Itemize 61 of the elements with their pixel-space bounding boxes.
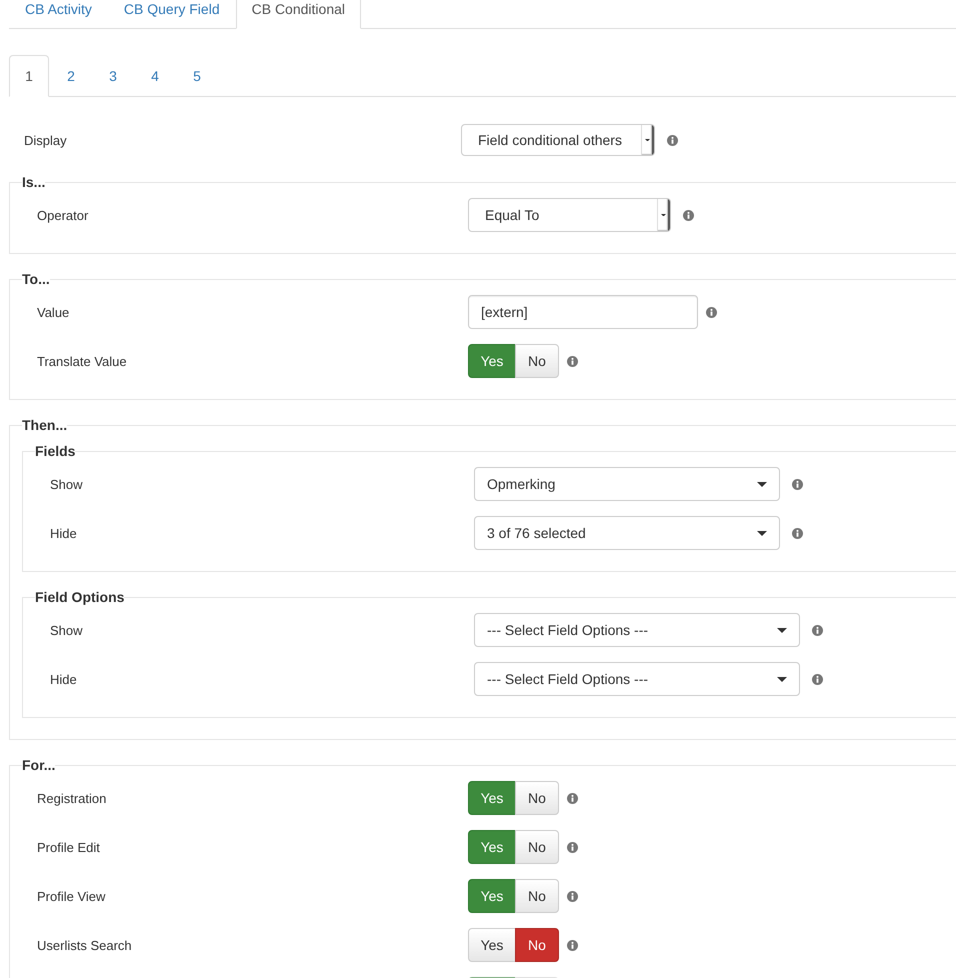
- info-icon[interactable]: [792, 528, 803, 538]
- input-field[interactable]: [extern]: [468, 295, 698, 329]
- section-legend: Is...: [22, 174, 46, 190]
- no-button[interactable]: No: [515, 879, 559, 913]
- info-icon[interactable]: [567, 356, 578, 366]
- caret-icon: [757, 530, 767, 536]
- no-button[interactable]: No: [515, 781, 559, 815]
- info-icon[interactable]: [567, 890, 578, 902]
- info-icon[interactable]: [567, 792, 578, 804]
- dropdown[interactable]: --- Select Field Options ---: [474, 662, 800, 696]
- field-label: Profile Edit: [37, 840, 101, 854]
- section-legend: For...: [22, 757, 56, 773]
- tab[interactable]: CB Conditional: [236, 0, 361, 29]
- section-legend: Fields: [35, 443, 76, 459]
- tab[interactable]: 1: [9, 55, 49, 97]
- dropdown[interactable]: Field conditional others: [461, 124, 655, 156]
- info-icon[interactable]: [812, 624, 823, 636]
- yes-button[interactable]: Yes: [468, 879, 516, 913]
- tab[interactable]: CB Query Field: [108, 0, 236, 29]
- field-label: Profile View: [37, 888, 106, 904]
- caret-icon: [660, 214, 666, 216]
- tab[interactable]: 2: [51, 55, 91, 97]
- dropdown[interactable]: 3 of 76 selected: [474, 516, 780, 550]
- yes-button[interactable]: Yes: [468, 344, 516, 378]
- yes-button[interactable]: Yes: [468, 830, 516, 864]
- caret-icon: [777, 628, 787, 632]
- field-label: Value: [37, 304, 70, 320]
- info-icon[interactable]: [567, 842, 578, 852]
- tab[interactable]: 3: [93, 55, 133, 97]
- dropdown[interactable]: Opmerking: [474, 467, 780, 501]
- caret-icon: [777, 676, 787, 682]
- field-label: Userlists Search: [37, 938, 133, 952]
- caret-icon: [644, 138, 650, 142]
- field-label: Show: [50, 622, 84, 638]
- info-icon[interactable]: [567, 940, 578, 950]
- caret-icon: [757, 482, 767, 486]
- field-label: Display: [24, 132, 68, 148]
- yes-button[interactable]: Yes: [468, 781, 516, 815]
- dropdown[interactable]: --- Select Field Options ---: [474, 613, 800, 647]
- field-label: Show: [50, 476, 84, 492]
- field-label: Hide: [50, 526, 78, 540]
- info-icon[interactable]: [683, 210, 694, 220]
- info-icon[interactable]: [706, 306, 717, 318]
- info-icon[interactable]: [812, 674, 823, 684]
- section-legend: Field Options: [35, 589, 124, 605]
- tab[interactable]: CB Activity: [9, 0, 108, 29]
- field-label: Operator: [37, 208, 90, 222]
- no-button[interactable]: No: [515, 928, 559, 962]
- tab[interactable]: 4: [135, 55, 175, 97]
- section-legend: To...: [22, 271, 50, 287]
- yes-button[interactable]: Yes: [468, 928, 516, 962]
- dropdown[interactable]: Equal To: [468, 198, 671, 232]
- field-label: Translate Value: [37, 354, 128, 368]
- info-icon[interactable]: [667, 134, 678, 146]
- field-label: Hide: [50, 672, 78, 686]
- field-label: Registration: [37, 790, 108, 806]
- tab[interactable]: 5: [177, 55, 217, 97]
- no-button[interactable]: No: [515, 830, 559, 864]
- section-legend: Then...: [22, 417, 68, 433]
- no-button[interactable]: No: [515, 344, 559, 378]
- info-icon[interactable]: [792, 478, 803, 490]
